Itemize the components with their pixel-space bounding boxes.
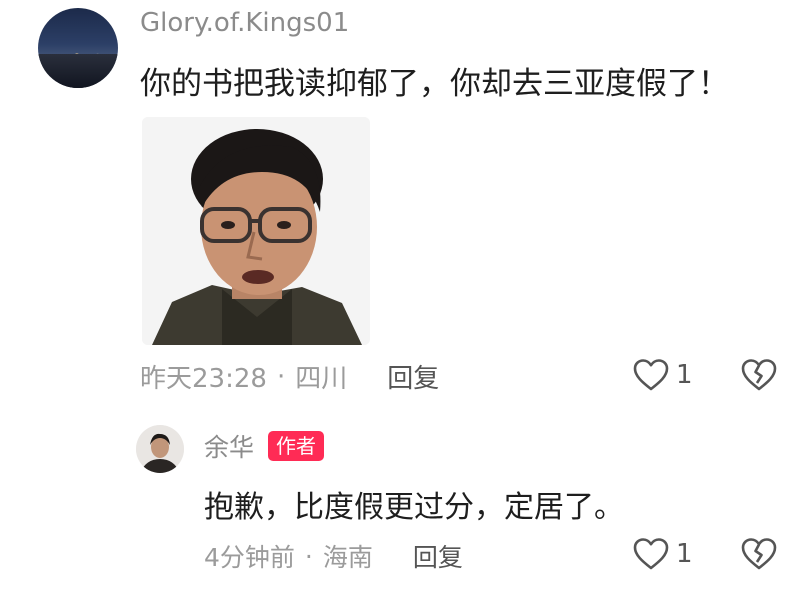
comment-reply-button[interactable]: 回复 <box>387 358 439 395</box>
comment-text: 你的书把我读抑郁了，你却去三亚度假了！ <box>140 66 729 102</box>
commenter-username[interactable]: Glory.of.Kings01 <box>140 8 349 38</box>
reply-dislike-button[interactable] <box>740 537 778 571</box>
heart-outline-icon <box>633 359 669 391</box>
author-username[interactable]: 余华 <box>204 428 254 464</box>
heart-outline-icon <box>633 538 669 570</box>
meta-separator: · <box>276 361 286 392</box>
author-avatar[interactable] <box>136 425 184 473</box>
comment-time: 昨天23:28 <box>140 364 267 394</box>
comment-sticker-image[interactable] <box>142 117 370 345</box>
sticker-face-image <box>142 117 370 345</box>
author-badge: 作者 <box>268 431 324 461</box>
broken-heart-icon <box>741 359 777 391</box>
broken-heart-icon <box>741 538 777 570</box>
comment-location: 四川 <box>295 364 348 394</box>
reply-reply-button[interactable]: 回复 <box>413 538 463 574</box>
reply-time: 4分钟前 <box>204 543 295 572</box>
reply-text: 抱歉，比度假更过分，定居了。 <box>204 490 624 525</box>
reply-like-count: 1 <box>676 539 693 569</box>
avatar-city-skyline <box>38 54 118 88</box>
comment-dislike-button[interactable] <box>740 358 778 392</box>
reply-meta: 4分钟前 · 海南 回复 <box>204 538 463 574</box>
author-portrait-image <box>136 425 184 473</box>
comment-meta: 昨天23:28 · 四川 回复 <box>140 358 439 395</box>
meta-separator: · <box>304 541 313 571</box>
comment-like-count: 1 <box>676 360 693 390</box>
reply-location: 海南 <box>322 543 373 572</box>
commenter-avatar[interactable] <box>38 8 118 88</box>
reply-like-button[interactable]: 1 <box>632 537 693 571</box>
comment-like-button[interactable]: 1 <box>632 358 693 392</box>
